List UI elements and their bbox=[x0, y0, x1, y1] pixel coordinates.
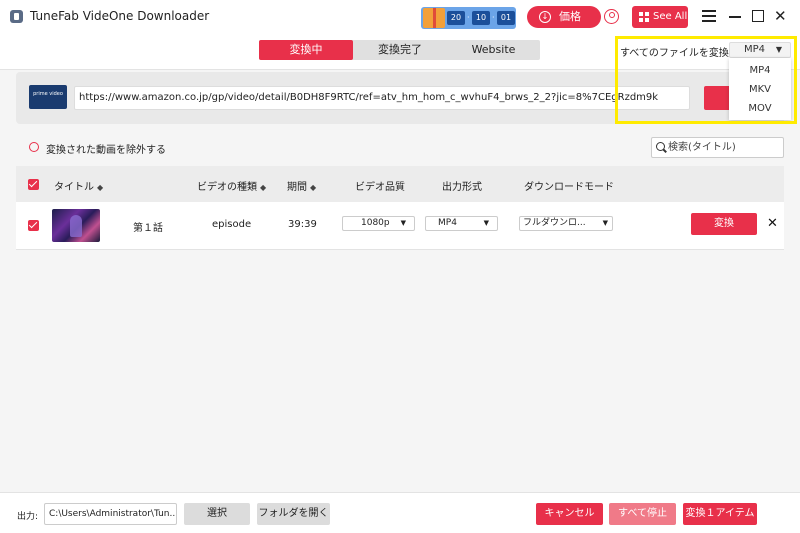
exclude-converted-label[interactable]: 変換された動画を除外する bbox=[46, 141, 166, 156]
output-path-field[interactable]: C:\Users\Administrator\Tun... bbox=[44, 503, 177, 525]
maximize-icon[interactable] bbox=[751, 8, 767, 24]
prime-video-logo: prime video bbox=[29, 85, 67, 109]
column-title[interactable]: タイトル ◆ bbox=[54, 178, 103, 193]
grid-icon bbox=[639, 12, 649, 22]
open-folder-button[interactable]: フォルダを開く bbox=[257, 503, 330, 525]
sort-icon: ◆ bbox=[310, 183, 317, 192]
convert-all-label: すべてのファイルを変換: bbox=[620, 48, 733, 59]
video-thumbnail bbox=[52, 209, 100, 242]
close-window-icon[interactable]: ✕ bbox=[774, 8, 790, 24]
format-select[interactable]: MP4 ▼ bbox=[425, 216, 498, 231]
format-option-mp4[interactable]: MP4 bbox=[729, 62, 791, 80]
price-button-label: 価格 bbox=[559, 10, 581, 23]
sort-icon: ◆ bbox=[260, 183, 267, 192]
app-logo-icon bbox=[10, 10, 23, 23]
row-title: 第１話 bbox=[133, 223, 163, 234]
app-title: TuneFab VideOne Downloader bbox=[30, 9, 210, 23]
output-label: 出力: bbox=[17, 512, 39, 522]
quality-select[interactable]: 1080p ▼ bbox=[342, 216, 415, 231]
column-quality: ビデオ品質 bbox=[355, 182, 405, 193]
exclude-converted-radio[interactable] bbox=[29, 142, 39, 152]
video-table: タイトル ◆ ビデオの種類 ◆ 期間 ◆ ビデオ品質 出力形式 ダウンロードモード 第… bbox=[16, 166, 784, 250]
hamburger-menu-icon[interactable] bbox=[702, 8, 718, 24]
row-video-type: episode bbox=[212, 219, 252, 230]
convert-items-button[interactable]: 変換１アイテム bbox=[683, 503, 757, 525]
search-box[interactable] bbox=[651, 137, 784, 158]
caret-down-icon: ▼ bbox=[602, 219, 608, 227]
cancel-button[interactable]: キャンセル bbox=[536, 503, 603, 525]
column-download-mode: ダウンロードモード bbox=[524, 182, 614, 193]
caret-down-icon: ▼ bbox=[400, 219, 406, 227]
search-icon bbox=[656, 142, 665, 151]
format-option-mkv[interactable]: MKV bbox=[729, 81, 791, 99]
table-row: 第１話 episode 39:39 1080p ▼ MP4 ▼ フルダウンロ..… bbox=[16, 202, 784, 250]
see-all-label: See All bbox=[653, 11, 688, 22]
tab-converting[interactable]: 変換中 bbox=[259, 40, 353, 60]
convert-all-format-select[interactable]: MP4 ▼ bbox=[729, 42, 791, 58]
gift-icon bbox=[423, 8, 445, 28]
main-tabs: 変換中 変換完了 Website bbox=[259, 40, 540, 60]
price-button[interactable]: ↓ 価格 bbox=[527, 6, 601, 28]
download-mode-select[interactable]: フルダウンロ... ▼ bbox=[519, 216, 613, 231]
column-duration[interactable]: 期間 ◆ bbox=[287, 178, 316, 193]
row-checkbox[interactable] bbox=[28, 220, 39, 231]
format-dropdown: MP4 MKV MOV bbox=[729, 58, 791, 120]
column-video-type[interactable]: ビデオの種類 ◆ bbox=[197, 178, 266, 193]
caret-down-icon: ▼ bbox=[483, 219, 489, 227]
see-all-button[interactable]: See All bbox=[632, 6, 688, 28]
stop-all-button[interactable]: すべて停止 bbox=[609, 503, 676, 525]
select-all-checkbox[interactable] bbox=[28, 179, 39, 190]
countdown-days: 20 bbox=[447, 11, 465, 25]
convert-all-format-value: MP4 bbox=[744, 44, 766, 55]
format-option-mov[interactable]: MOV bbox=[729, 100, 791, 118]
row-duration: 39:39 bbox=[288, 219, 317, 230]
select-folder-button[interactable]: 選択 bbox=[184, 503, 250, 525]
tab-completed[interactable]: 変換完了 bbox=[353, 40, 447, 60]
search-input[interactable] bbox=[668, 140, 780, 155]
minimize-icon[interactable] bbox=[728, 8, 744, 24]
tabs-row: 変換中 変換完了 Website すべてのファイルを変換: MP4 ▼ bbox=[0, 34, 800, 70]
table-header: タイトル ◆ ビデオの種類 ◆ 期間 ◆ ビデオ品質 出力形式 ダウンロードモード bbox=[16, 166, 784, 202]
remove-icon[interactable]: ✕ bbox=[767, 216, 778, 231]
url-panel: prime video https://www.amazon.co.jp/gp/… bbox=[16, 72, 784, 124]
countdown-hours: 10 bbox=[472, 11, 490, 25]
column-format: 出力形式 bbox=[442, 182, 482, 193]
sort-icon: ◆ bbox=[97, 183, 104, 192]
caret-down-icon: ▼ bbox=[775, 45, 782, 54]
bottom-bar: 出力: C:\Users\Administrator\Tun... 選択 フォル… bbox=[0, 492, 800, 533]
title-bar: TuneFab VideOne Downloader 20 · 10 · 01 … bbox=[0, 0, 800, 34]
url-input[interactable]: https://www.amazon.co.jp/gp/video/detail… bbox=[74, 86, 690, 110]
tab-website[interactable]: Website bbox=[447, 40, 540, 60]
user-account-icon[interactable] bbox=[604, 9, 619, 24]
promo-countdown-banner[interactable]: 20 · 10 · 01 bbox=[421, 7, 516, 29]
download-circle-icon: ↓ bbox=[539, 11, 551, 23]
convert-button[interactable]: 変換 bbox=[691, 213, 757, 235]
countdown-minutes: 01 bbox=[497, 11, 515, 25]
